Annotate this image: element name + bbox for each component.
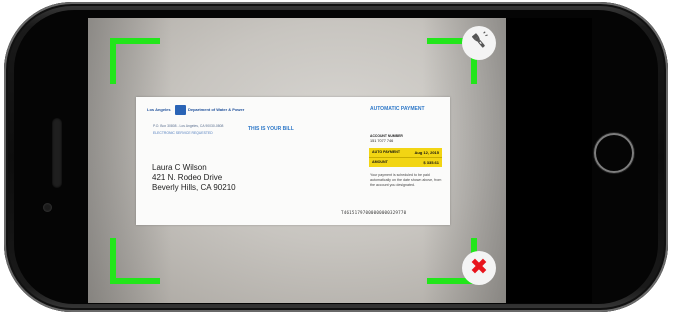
speaker-slot [52,118,62,188]
logo-city: Los Angeles [147,107,171,112]
customer-name: Laura C Wilson [152,163,207,172]
auto-payment-note: Your payment is scheduled to be paid aut… [370,173,442,187]
camera-controls-panel [506,18,592,303]
micr-line: T46151797000000000329770 [341,210,407,215]
front-camera [43,203,52,212]
utility-logo: Los Angeles Department of Water & Power [147,105,244,117]
remit-address: P.O. Box 30808 - Los Angeles, CA 90030-0… [153,124,224,128]
amount-value: $ 335.61 [423,159,439,165]
scan-corner-top-left [110,38,160,84]
payment-summary-box: AUTO PAYMENT Aug 12, 2015 AMOUNT $ 335.6… [369,148,442,167]
bill-heading: THIS IS YOUR BILL [248,126,294,132]
logo-mark [175,105,186,115]
camera-viewfinder: Los Angeles Department of Water & Power … [88,18,506,303]
scanned-bill: Los Angeles Department of Water & Power … [136,97,450,225]
account-number-label: ACCOUNT NUMBER [370,134,403,138]
close-icon: ✖ [469,255,489,280]
amount-label: AMOUNT [372,159,388,164]
customer-street: 421 N. Rodeo Drive [152,173,223,182]
account-number: 151 7077 746 [370,139,394,143]
service-notice: ELECTRONIC SERVICE REQUESTED [153,131,213,135]
flashlight-button[interactable] [462,26,496,60]
close-button[interactable]: ✖ [462,251,496,285]
customer-address: Laura C Wilson 421 N. Rodeo Drive Beverl… [152,163,236,193]
flashlight-icon [469,30,489,56]
home-button[interactable] [594,133,634,173]
logo-department: Department of Water & Power [188,107,245,112]
auto-payment-date-row: AUTO PAYMENT Aug 12, 2015 [369,148,442,158]
auto-payment-heading: AUTOMATIC PAYMENT [370,106,425,112]
customer-city: Beverly Hills, CA 90210 [152,183,236,192]
scan-corner-bottom-left [110,238,160,284]
amount-row: AMOUNT $ 335.61 [369,158,442,167]
auto-payment-date: Aug 12, 2015 [414,150,439,156]
auto-payment-date-label: AUTO PAYMENT [372,150,401,155]
camera-screen: Los Angeles Department of Water & Power … [88,18,592,303]
